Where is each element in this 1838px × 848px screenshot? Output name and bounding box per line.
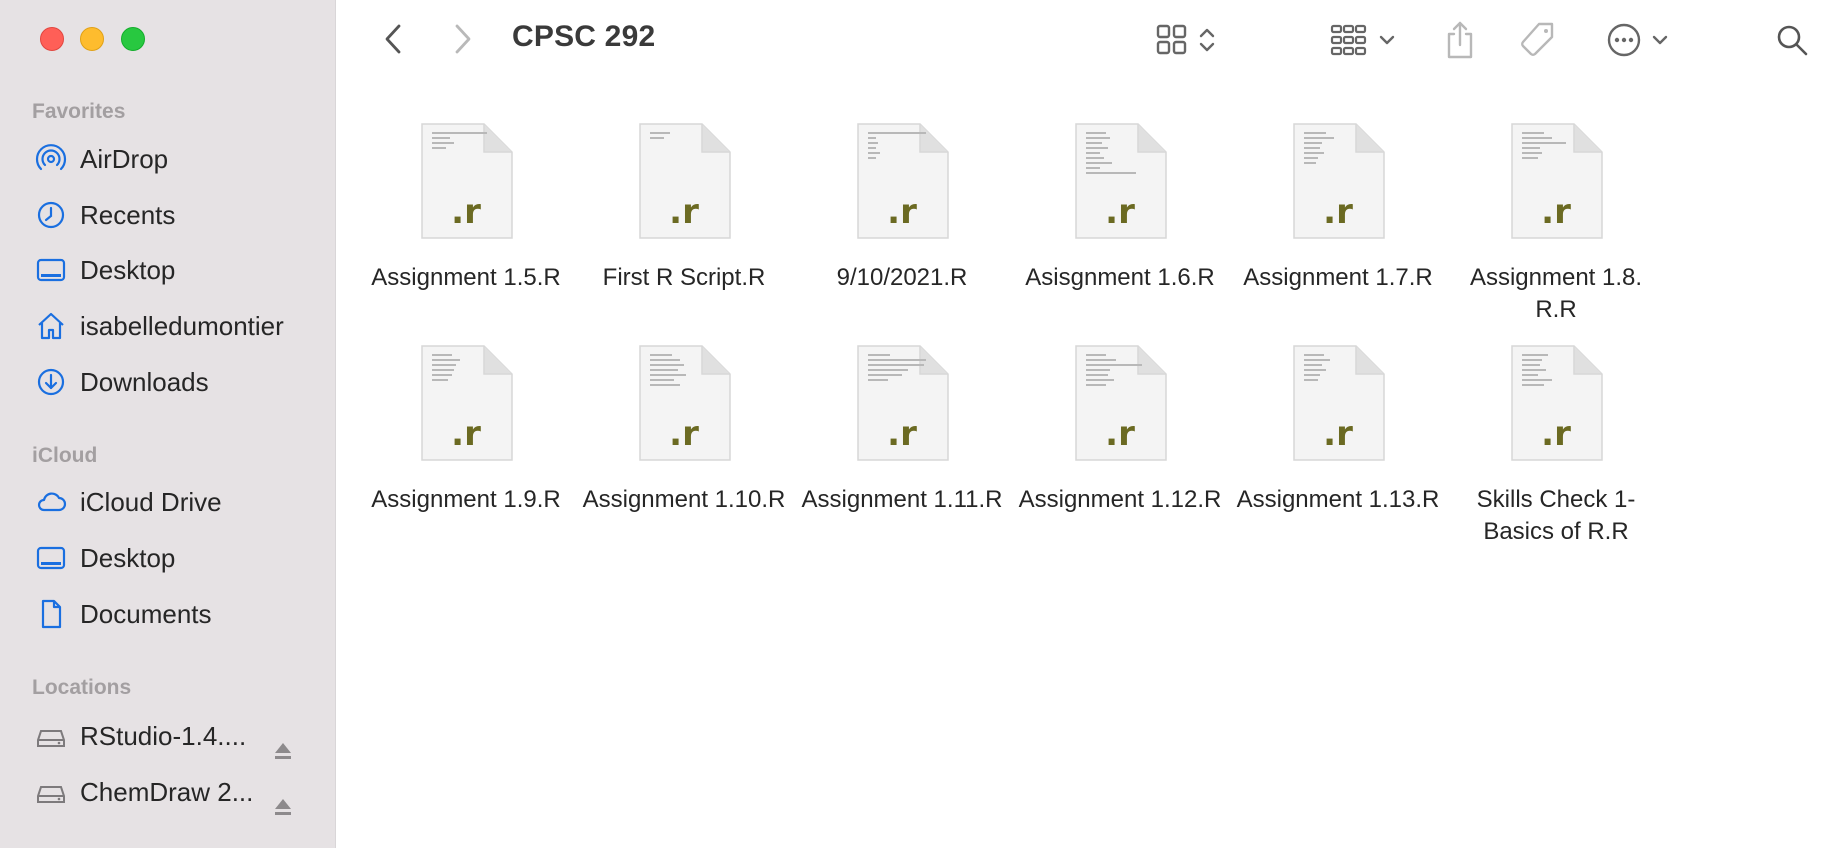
sidebar-item-label: Desktop xyxy=(80,542,176,573)
chevron-down-icon xyxy=(1379,35,1395,45)
file-name: Assignment 1.8. R.R xyxy=(1469,264,1643,323)
file-name: Assignment 1.5.R xyxy=(371,264,561,291)
sidebar-item-label: Downloads xyxy=(80,366,209,397)
cloud-icon xyxy=(34,485,68,519)
file-name: Asisgnment 1.6.R xyxy=(1025,264,1215,291)
file-name: First R Script.R xyxy=(602,264,766,291)
sidebar-item-downloads[interactable]: Downloads xyxy=(34,362,324,402)
r-file-icon: .r xyxy=(1072,122,1168,242)
r-file-icon: .r xyxy=(1072,344,1168,464)
grid-view-icon xyxy=(1156,24,1187,55)
r-file-icon: .r xyxy=(854,122,950,242)
eject-icon[interactable] xyxy=(272,796,294,818)
sidebar-item-documents[interactable]: Documents xyxy=(34,594,324,634)
sidebar-item-label: RStudio-1.4.... xyxy=(80,720,247,751)
search-icon xyxy=(1777,25,1808,56)
sidebar-item-icloud-desktop[interactable]: Desktop xyxy=(34,538,324,578)
file-name: Skills Check 1- Basics of R.R xyxy=(1476,486,1636,545)
sidebar-item-label: AirDrop xyxy=(80,143,169,174)
file-item[interactable]: .r Assignment 1.8. R.R xyxy=(1453,122,1659,326)
group-by-button[interactable] xyxy=(1326,20,1400,60)
r-file-icon: .r xyxy=(418,344,514,464)
chevron-right-icon xyxy=(455,24,471,54)
sidebar-item-label: ChemDraw 2... xyxy=(80,776,254,807)
sidebar-item-desktop[interactable]: Desktop xyxy=(34,250,324,290)
minimize-window-button[interactable] xyxy=(80,27,104,51)
file-item[interactable]: .r Assignment 1.10.R xyxy=(581,344,787,516)
sidebar-item-home[interactable]: isabelledumontier xyxy=(34,306,324,346)
download-icon xyxy=(34,365,68,399)
r-file-icon: .r xyxy=(418,122,514,242)
file-name: Assignment 1.10.R xyxy=(582,486,786,513)
forward-button[interactable] xyxy=(448,22,478,56)
airdrop-icon xyxy=(34,142,68,176)
eject-icon[interactable] xyxy=(272,740,294,762)
group-icon xyxy=(1330,24,1367,56)
file-name: Assignment 1.11.R xyxy=(801,486,1003,513)
search-button[interactable] xyxy=(1772,20,1812,60)
r-file-icon: .r xyxy=(1290,344,1386,464)
file-item[interactable]: .r Assignment 1.5.R xyxy=(363,122,569,294)
file-item[interactable]: .r Assignment 1.13.R xyxy=(1235,344,1441,516)
sidebar-item-label: Recents xyxy=(80,199,176,230)
action-menu-button[interactable] xyxy=(1600,20,1676,60)
icloud-header: iCloud xyxy=(32,444,98,467)
file-name: Assignment 1.12.R xyxy=(1018,486,1222,513)
close-window-button[interactable] xyxy=(40,27,64,51)
chevron-left-icon xyxy=(385,24,401,54)
sidebar-item-recents[interactable]: Recents xyxy=(34,195,324,235)
tag-icon xyxy=(1521,22,1554,56)
r-file-icon: .r xyxy=(636,344,732,464)
desktop-icon xyxy=(34,541,68,575)
file-item[interactable]: .r Assignment 1.12.R xyxy=(1017,344,1223,516)
share-button[interactable] xyxy=(1440,18,1480,62)
view-mode-button[interactable] xyxy=(1150,20,1222,60)
clock-icon xyxy=(34,198,68,232)
drive-icon xyxy=(34,719,68,753)
tags-button[interactable] xyxy=(1515,20,1559,60)
sidebar: Favorites AirDrop Recents Desktop isabel… xyxy=(0,0,336,848)
window-title: CPSC 292 xyxy=(512,20,656,53)
r-file-icon: .r xyxy=(1508,344,1604,464)
drive-icon xyxy=(34,775,68,809)
locations-header: Locations xyxy=(32,676,132,699)
chevron-down-icon xyxy=(1652,35,1668,45)
file-name: 9/10/2021.R xyxy=(836,264,968,291)
share-icon xyxy=(1447,21,1473,59)
file-name: Assignment 1.9.R xyxy=(371,486,561,513)
sidebar-item-icloud-drive[interactable]: iCloud Drive xyxy=(34,482,324,522)
chevron-updown-icon xyxy=(1199,28,1215,52)
sidebar-item-label: Documents xyxy=(80,598,212,629)
home-icon xyxy=(34,309,68,343)
sidebar-item-label: Desktop xyxy=(80,254,176,285)
sidebar-item-airdrop[interactable]: AirDrop xyxy=(34,139,324,179)
file-name: Assignment 1.13.R xyxy=(1236,486,1440,513)
r-file-icon: .r xyxy=(1508,122,1604,242)
zoom-window-button[interactable] xyxy=(121,27,145,51)
file-item[interactable]: .r 9/10/2021.R xyxy=(799,122,1005,294)
r-file-icon: .r xyxy=(1290,122,1386,242)
file-item[interactable]: .r Assignment 1.11.R xyxy=(799,344,1005,516)
file-name: Assignment 1.7.R xyxy=(1243,264,1433,291)
file-item[interactable]: .r Skills Check 1- Basics of R.R xyxy=(1453,344,1659,548)
document-icon xyxy=(34,597,68,631)
sidebar-item-label: isabelledumontier xyxy=(80,310,284,341)
more-icon xyxy=(1607,23,1641,57)
r-file-icon: .r xyxy=(854,344,950,464)
file-item[interactable]: .r Assignment 1.7.R xyxy=(1235,122,1441,294)
sidebar-item-label: iCloud Drive xyxy=(80,486,222,517)
desktop-icon xyxy=(34,253,68,287)
favorites-header: Favorites xyxy=(32,100,126,123)
back-button[interactable] xyxy=(378,22,408,56)
file-item[interactable]: .r First R Script.R xyxy=(581,122,787,294)
file-item[interactable]: .r Asisgnment 1.6.R xyxy=(1017,122,1223,294)
file-item[interactable]: .r Assignment 1.9.R xyxy=(363,344,569,516)
r-file-icon: .r xyxy=(636,122,732,242)
